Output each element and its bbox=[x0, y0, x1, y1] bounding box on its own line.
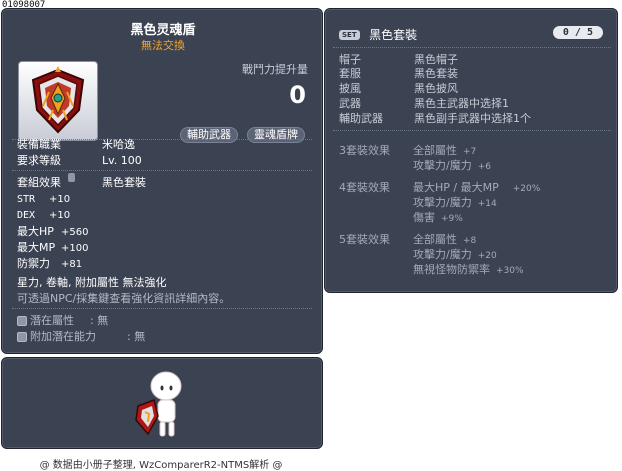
set-effect-value: 黑色套裝 bbox=[102, 176, 146, 189]
set-piece-count: 0 / 5 bbox=[552, 26, 603, 39]
trade-restriction: 無法交換 bbox=[141, 39, 185, 52]
stat-label: STR bbox=[17, 194, 36, 205]
enhancement-hint: 可透過NPC/採集鍵查看強化資訊詳細內容。 bbox=[17, 292, 231, 305]
potential-row: 潛在屬性 : 無 bbox=[17, 312, 108, 328]
set-effect-3-line: 攻擊力/魔力 +6 bbox=[413, 157, 491, 173]
job-label: 裝備職業 bbox=[17, 138, 61, 151]
effect-text: 無視怪物防禦率 bbox=[413, 263, 490, 276]
effect-value: +7 bbox=[463, 147, 477, 157]
potential-icon bbox=[17, 316, 27, 326]
item-name: 黑色灵魂盾 bbox=[130, 23, 196, 38]
divider bbox=[12, 170, 312, 171]
effect-text: 攻擊力/魔力 bbox=[413, 196, 472, 209]
set-effect-5-label: 5套裝效果 bbox=[339, 233, 390, 246]
effect-value: +6 bbox=[477, 162, 491, 172]
level-label: 要求等級 bbox=[17, 154, 61, 167]
effect-value: +8 bbox=[463, 236, 477, 246]
set-badge: SET bbox=[339, 29, 360, 40]
stat-value: +10 bbox=[49, 210, 71, 221]
divider bbox=[333, 47, 611, 48]
set-piece-cape: 披風 黑色披风 bbox=[339, 80, 458, 96]
set-piece-value: 黑色副手武器中选择1个 bbox=[414, 112, 531, 125]
set-effect-4-label: 4套裝效果 bbox=[339, 181, 390, 194]
effect-value: +20 bbox=[477, 251, 497, 261]
stat-row-defense: 防禦力 +81 bbox=[17, 255, 82, 271]
additional-potential-label: 附加潛在能力 bbox=[30, 330, 96, 343]
stat-label: 最大MP bbox=[17, 241, 56, 254]
set-piece-value: 黑色主武器中选择1 bbox=[414, 97, 509, 110]
set-effect-4-line: 傷害 +9% bbox=[413, 209, 463, 225]
item-tooltip-panel: 黑色灵魂盾 無法交換 戰鬥力提升量 0 輔助武器 靈魂盾牌 裝備職業 米哈逸 要求… bbox=[1, 8, 323, 354]
effect-value: +9% bbox=[441, 214, 463, 224]
effect-value: +14 bbox=[477, 199, 497, 209]
set-effect-4-line: 最大HP / 最大MP +20% bbox=[413, 179, 540, 195]
set-effect-row: 套組效果 黑色套裝 bbox=[17, 174, 146, 190]
additional-potential-icon bbox=[17, 332, 27, 342]
lock-icon bbox=[68, 173, 75, 182]
category-tag-soul-shield: 靈魂盾牌 bbox=[247, 127, 305, 143]
set-piece-label: 披風 bbox=[339, 82, 361, 95]
stat-label: 防禦力 bbox=[17, 257, 50, 270]
power-increase-value: 0 bbox=[289, 81, 306, 109]
character-preview-panel bbox=[1, 357, 323, 449]
stat-row-dex: DEX +10 bbox=[17, 208, 70, 221]
set-piece-value: 黑色披风 bbox=[414, 82, 458, 95]
effect-value: +20% bbox=[512, 184, 541, 194]
job-value: 米哈逸 bbox=[102, 138, 135, 151]
stat-row-str: STR +10 bbox=[17, 192, 70, 205]
stat-value: +10 bbox=[49, 194, 71, 205]
set-piece-label: 武器 bbox=[339, 97, 361, 110]
potential-label: 潛在屬性 bbox=[30, 314, 74, 327]
character-avatar bbox=[135, 371, 182, 437]
set-piece-label: 輔助武器 bbox=[339, 112, 383, 125]
additional-potential-row: 附加潛在能力 : 無 bbox=[17, 328, 145, 344]
set-effect-3-line: 全部屬性 +7 bbox=[413, 142, 476, 158]
set-effect-5-line: 全部屬性 +8 bbox=[413, 231, 476, 247]
power-increase-label: 戰鬥力提升量 bbox=[242, 63, 308, 76]
set-piece-weapon: 武器 黑色主武器中选择1 bbox=[339, 95, 509, 111]
effect-text: 傷害 bbox=[413, 211, 435, 224]
set-effect-5-line: 無視怪物防禦率 +30% bbox=[413, 261, 524, 277]
category-tag-secondary-weapon: 輔助武器 bbox=[180, 127, 238, 143]
set-effect-5-line: 攻擊力/魔力 +20 bbox=[413, 246, 497, 262]
additional-potential-value: : 無 bbox=[127, 330, 146, 343]
level-value: Lv. 100 bbox=[102, 154, 142, 167]
job-row: 裝備職業 米哈逸 bbox=[17, 136, 135, 152]
shield-icon bbox=[31, 66, 85, 134]
stat-label: 最大HP bbox=[17, 225, 54, 238]
stat-row-max-mp: 最大MP +100 bbox=[17, 239, 88, 255]
divider bbox=[12, 308, 312, 309]
effect-value: +30% bbox=[496, 266, 524, 276]
potential-value: : 無 bbox=[90, 314, 109, 327]
set-tooltip-panel: SET 黑色套裝 0 / 5 帽子 黑色帽子 套服 黑色套装 披風 黑色披风 武器 黑色… bbox=[324, 8, 618, 293]
set-title-row: SET 黑色套裝 bbox=[339, 26, 417, 43]
set-effect-label: 套組效果 bbox=[17, 176, 61, 189]
set-piece-overall: 套服 黑色套装 bbox=[339, 65, 458, 81]
stat-value: +560 bbox=[61, 227, 89, 238]
set-piece-value: 黑色套装 bbox=[414, 67, 458, 80]
effect-text: 全部屬性 bbox=[413, 144, 457, 157]
set-effect-3-label: 3套裝效果 bbox=[339, 144, 390, 157]
stat-value: +100 bbox=[61, 243, 89, 254]
stat-row-max-hp: 最大HP +560 bbox=[17, 223, 88, 239]
level-row: 要求等級 Lv. 100 bbox=[17, 152, 142, 168]
divider bbox=[333, 130, 611, 131]
effect-text: 攻擊力/魔力 bbox=[413, 159, 472, 172]
effect-text: 最大HP / 最大MP bbox=[413, 181, 499, 194]
effect-text: 全部屬性 bbox=[413, 233, 457, 246]
set-piece-secondary-weapon: 輔助武器 黑色副手武器中选择1个 bbox=[339, 110, 531, 126]
stat-label: DEX bbox=[17, 210, 36, 221]
set-name: 黑色套裝 bbox=[369, 28, 418, 42]
stat-value: +81 bbox=[61, 259, 83, 270]
item-icon-frame bbox=[18, 61, 98, 141]
set-piece-label: 套服 bbox=[339, 67, 361, 80]
set-effect-4-line: 攻擊力/魔力 +14 bbox=[413, 194, 497, 210]
effect-text: 攻擊力/魔力 bbox=[413, 248, 472, 261]
enhancement-flags: 星力, 卷軸, 附加屬性 無法強化 bbox=[17, 276, 167, 289]
